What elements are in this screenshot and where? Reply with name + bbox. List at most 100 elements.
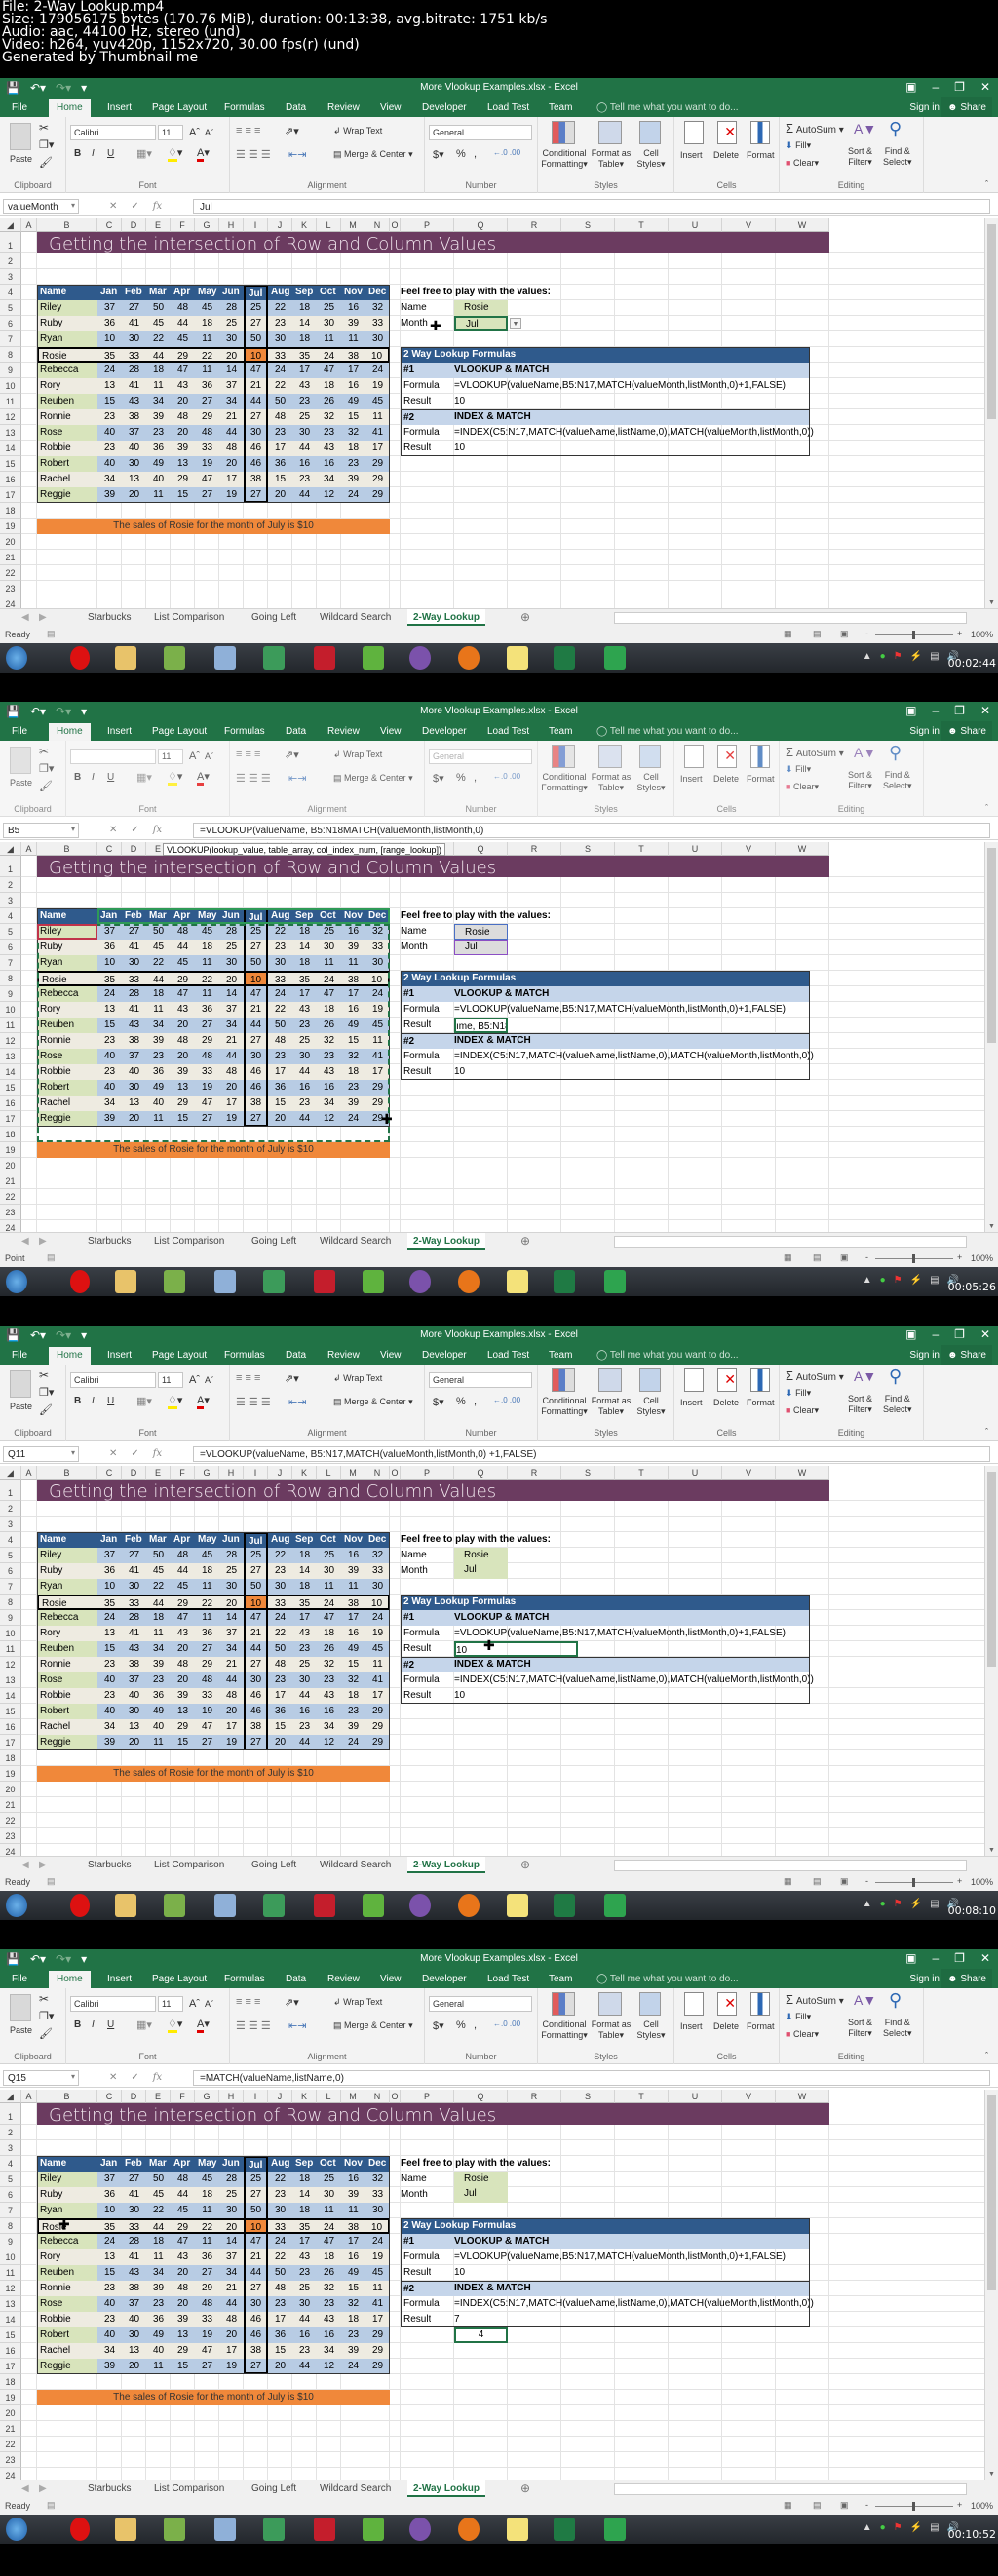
table-value-cell[interactable]: 26 [317,1641,341,1657]
table-value-cell[interactable]: 11 [146,1111,171,1127]
calculator-icon[interactable] [214,1894,236,1917]
sign-in-link[interactable]: Sign in [909,102,940,113]
table-name-cell[interactable]: Ryan [37,955,97,971]
paste-button[interactable]: Paste [10,154,32,164]
minimize-icon[interactable]: – [932,1327,939,1341]
table-value-cell[interactable]: 30 [317,940,341,955]
table-value-cell[interactable]: 32 [317,2281,341,2296]
notepad-icon[interactable] [164,1270,185,1293]
decimal-icon[interactable]: ←.0 .00 [493,772,520,781]
prev-sheet-icon[interactable]: ◀ [21,1860,29,1870]
column-header[interactable]: N [365,2090,390,2103]
table-value-cell[interactable]: 43 [292,378,317,394]
row-header[interactable]: 11 [0,1018,21,1033]
table-name-cell[interactable]: Rebecca [37,986,97,1002]
table-value-cell[interactable]: 12 [317,1735,341,1750]
table-value-cell[interactable]: 30 [317,2187,341,2203]
table-value-cell[interactable]: 16 [317,1080,341,1096]
table-value-cell[interactable]: 27 [195,487,219,503]
vertical-scrollbar[interactable]: ▼ [984,218,998,608]
page-layout-view-icon[interactable]: ▤ [813,2500,822,2511]
table-value-cell[interactable]: 46 [244,1688,268,1704]
table-value-cell[interactable]: 38 [341,347,365,363]
percent-button[interactable]: % [456,772,466,784]
table-name-cell[interactable]: Rachel [37,1096,97,1111]
share-button[interactable]: ☻ Share [941,97,992,117]
zoom-in-icon[interactable]: + [957,1252,962,1262]
table-name-cell[interactable]: Reggie [37,1111,97,1127]
sheet-tab-wildcard-search[interactable]: Wildcard Search [320,1236,391,1247]
column-header[interactable]: O [390,2090,401,2103]
horizontal-scrollbar[interactable] [614,1860,967,1871]
scroll-down-icon[interactable]: ▼ [988,1847,995,1854]
table-value-cell[interactable]: 30 [122,1704,146,1719]
decimal-icon[interactable]: ←.0 .00 [493,2019,520,2028]
table-value-cell[interactable]: 17 [219,1719,244,1735]
row-header[interactable]: 20 [0,1158,21,1173]
file-explorer-icon[interactable] [115,646,136,670]
worksheet-grid[interactable]: ◢ABCDEFGHIJKLMNOPQRSTUVW1234567891011121… [0,1466,986,1860]
table-value-cell[interactable]: 44 [244,2265,268,2281]
table-value-cell[interactable]: 22 [146,955,171,971]
table-value-cell[interactable]: 44 [292,2359,317,2374]
table-value-cell[interactable]: 44 [244,1018,268,1033]
table-value-cell[interactable]: 25 [317,924,341,940]
row-header[interactable]: 3 [0,2140,21,2156]
close-icon[interactable]: ✕ [980,80,990,94]
table-value-cell[interactable]: 23 [268,2187,292,2203]
table-value-cell[interactable]: 47 [244,2234,268,2249]
table-value-cell[interactable]: 33 [122,2218,146,2234]
table-value-cell[interactable]: 11 [195,955,219,971]
table-value-cell[interactable]: 34 [146,394,171,409]
row-header[interactable]: 1 [0,1480,21,1501]
table-value-cell[interactable]: 50 [146,300,171,316]
zoom-level[interactable]: 100% [971,2501,993,2511]
table-value-cell[interactable]: 21 [244,2249,268,2265]
tray-sync-icon[interactable]: ● [880,651,886,662]
table-value-cell[interactable]: 14 [219,986,244,1002]
zoom-in-icon[interactable]: + [957,1876,962,1886]
table-value-cell[interactable]: 32 [365,300,390,316]
row-header[interactable]: 1 [0,232,21,253]
number-format-select[interactable]: General [429,125,532,140]
table-value-cell[interactable]: 23 [292,1641,317,1657]
table-value-cell[interactable]: 13 [97,1626,122,1641]
table-value-cell[interactable]: 47 [171,1610,195,1626]
table-value-cell[interactable]: 11 [146,2249,171,2265]
table-value-cell[interactable]: 30 [365,2203,390,2218]
table-value-cell[interactable]: 43 [171,2249,195,2265]
table-value-cell[interactable]: 23 [146,425,171,441]
tab-developer[interactable]: Developer [422,102,467,113]
table-value-cell[interactable]: 24 [268,986,292,1002]
row-header[interactable]: 20 [0,1782,21,1797]
table-value-cell[interactable]: 40 [97,1049,122,1064]
table-value-cell[interactable]: 45 [365,1641,390,1657]
table-value-cell[interactable]: 24 [317,347,341,363]
cut-icon[interactable]: ✂ [39,121,49,135]
table-value-cell[interactable]: 30 [122,1080,146,1096]
page-break-view-icon[interactable]: ▣ [840,1876,849,1887]
table-value-cell[interactable]: 24 [97,1610,122,1626]
close-icon[interactable]: ✕ [980,1951,990,1965]
table-value-cell[interactable]: 24 [365,363,390,378]
column-header[interactable]: G [195,218,219,232]
page-layout-view-icon[interactable]: ▤ [813,629,822,639]
table-name-cell[interactable]: Rosie [37,1595,97,1610]
table-value-cell[interactable]: 30 [122,2327,146,2343]
scrollbar-thumb[interactable] [987,848,996,1043]
font-size-select[interactable]: 11 [158,125,183,140]
cell-styles-button[interactable]: Cell Styles▾ [633,1396,669,1417]
tab-load-test[interactable]: Load Test [487,726,529,737]
sign-in-link[interactable]: Sign in [909,1974,940,1984]
scroll-down-icon[interactable]: ▼ [988,2471,995,2478]
table-value-cell[interactable]: 20 [219,347,244,363]
table-value-cell[interactable]: 20 [219,2218,244,2234]
sheet-tab-starbucks[interactable]: Starbucks [88,612,131,623]
table-value-cell[interactable]: 20 [219,1704,244,1719]
zoom-level[interactable]: 100% [971,1253,993,1263]
table-value-cell[interactable]: 25 [219,316,244,331]
table-value-cell[interactable]: 10 [365,971,390,986]
copy-icon[interactable]: ❐▾ [39,1386,54,1399]
table-value-cell[interactable]: 48 [268,2281,292,2296]
table-value-cell[interactable]: 39 [97,1111,122,1127]
